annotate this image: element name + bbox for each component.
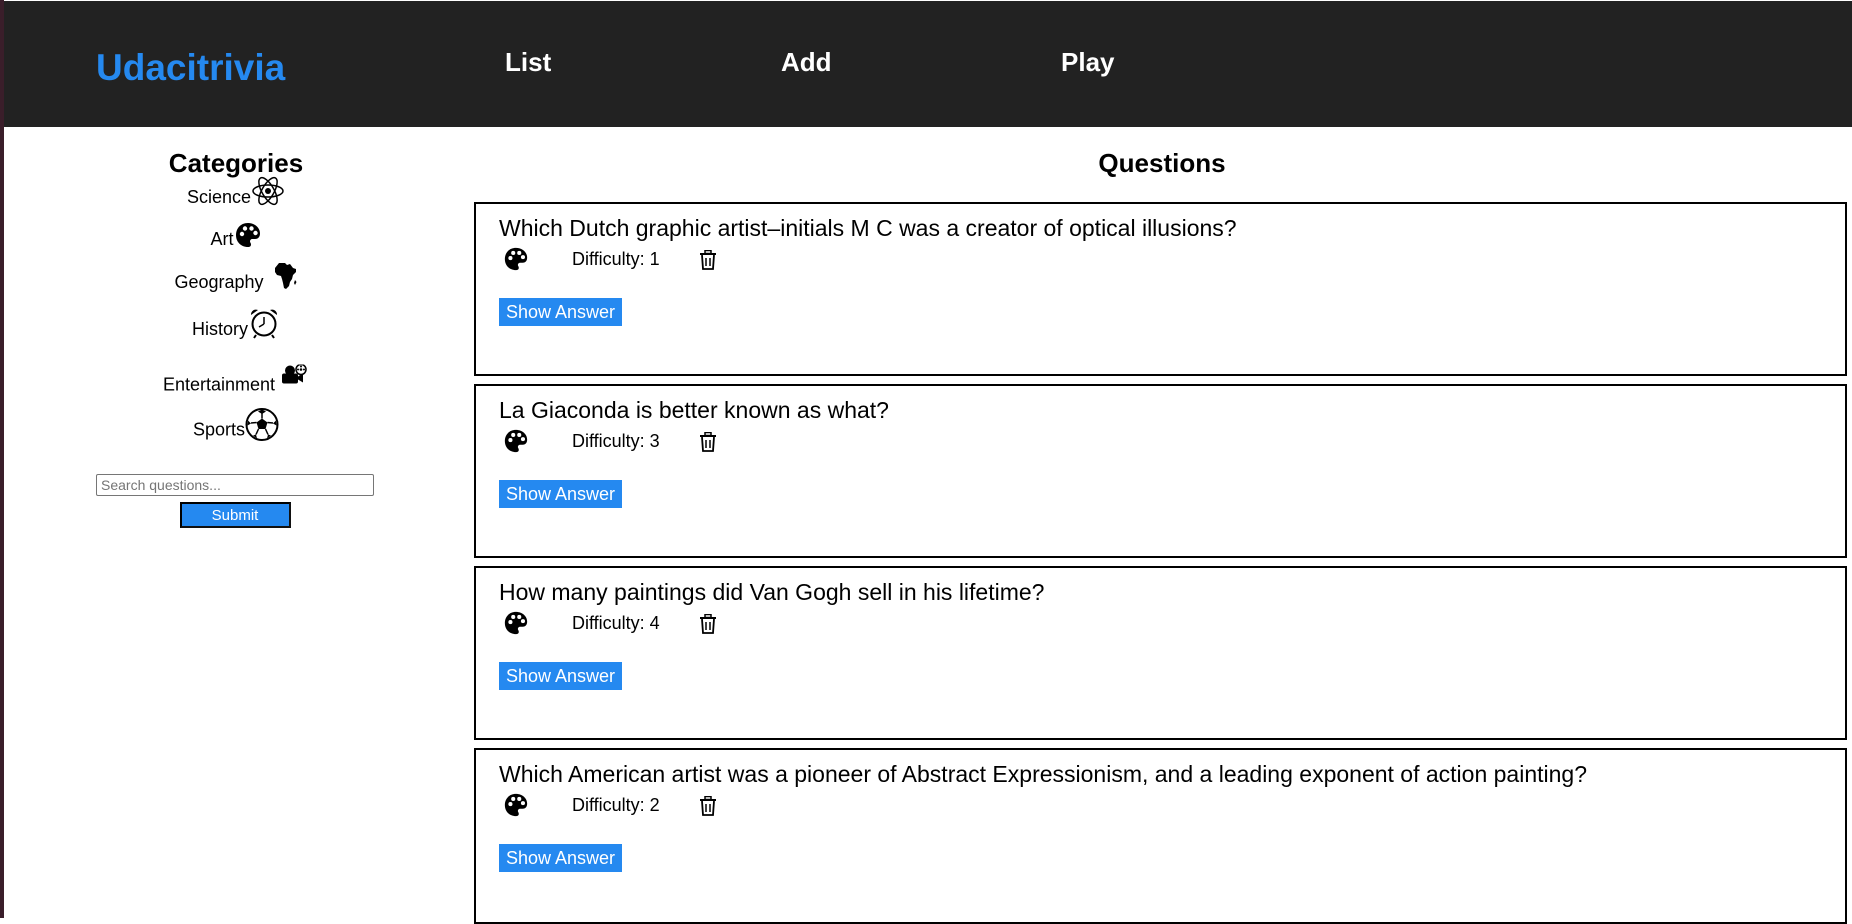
search-input[interactable] — [96, 474, 374, 496]
question-card: La Giaconda is better known as what? Dif… — [474, 384, 1847, 558]
window-edge — [0, 0, 4, 918]
questions-title: Questions — [1098, 148, 1226, 178]
difficulty-label: Difficulty: 2 — [572, 795, 660, 815]
question-text: Which Dutch graphic artist–initials M C … — [499, 215, 1237, 241]
difficulty-label: Difficulty: 4 — [572, 613, 660, 633]
search-submit-button[interactable]: Submit — [179, 502, 291, 528]
category-label: Sports — [192, 419, 246, 440]
category-label: Science — [186, 187, 252, 207]
category-label: Geography — [174, 272, 264, 292]
question-card: Which American artist was a pioneer of A… — [474, 748, 1847, 924]
search-form: Submit — [96, 474, 374, 528]
palette-icon — [503, 246, 529, 272]
trash-icon[interactable] — [699, 431, 717, 452]
question-card: Which Dutch graphic artist–initials M C … — [474, 202, 1847, 376]
atom-icon — [251, 175, 285, 212]
difficulty-label: Difficulty: 3 — [572, 431, 660, 451]
palette-icon — [234, 221, 262, 254]
category-item-entertainment[interactable]: Entertainment — [4, 363, 468, 396]
difficulty-label: Difficulty: 1 — [572, 249, 660, 269]
category-item-geography[interactable]: Geography — [4, 260, 468, 293]
film-camera-icon — [279, 363, 309, 392]
palette-icon — [503, 792, 529, 818]
show-answer-button[interactable]: Show Answer — [499, 298, 623, 326]
africa-map-icon — [274, 262, 298, 295]
nav-play-link[interactable]: Play — [1061, 47, 1115, 78]
soccer-ball-icon — [245, 408, 279, 447]
question-text: La Giaconda is better known as what? — [499, 397, 889, 423]
show-answer-button[interactable]: Show Answer — [499, 662, 623, 690]
category-label: Art — [210, 229, 234, 249]
question-text: Which American artist was a pioneer of A… — [499, 761, 1587, 787]
palette-icon — [503, 610, 529, 636]
show-answer-button[interactable]: Show Answer — [499, 844, 623, 872]
question-text: How many paintings did Van Gogh sell in … — [499, 579, 1045, 605]
category-label: Entertainment — [162, 374, 276, 395]
nav-add-link[interactable]: Add — [781, 47, 832, 78]
category-item-art[interactable]: Art — [4, 217, 468, 250]
trash-icon[interactable] — [699, 613, 717, 634]
category-item-sports[interactable]: Sports — [4, 402, 468, 441]
trash-icon[interactable] — [699, 249, 717, 270]
trash-icon[interactable] — [699, 795, 717, 816]
category-item-science[interactable]: Science — [4, 171, 468, 208]
nav-list-link[interactable]: List — [505, 47, 551, 78]
question-card: How many paintings did Van Gogh sell in … — [474, 566, 1847, 740]
top-navbar: Udacitrivia List Add Play — [4, 1, 1852, 127]
category-item-history[interactable]: History — [4, 303, 468, 340]
palette-icon — [503, 428, 529, 454]
show-answer-button[interactable]: Show Answer — [499, 480, 623, 508]
alarm-clock-icon — [248, 307, 280, 344]
brand-logo-link[interactable]: Udacitrivia — [96, 47, 285, 89]
category-label: History — [191, 319, 248, 339]
